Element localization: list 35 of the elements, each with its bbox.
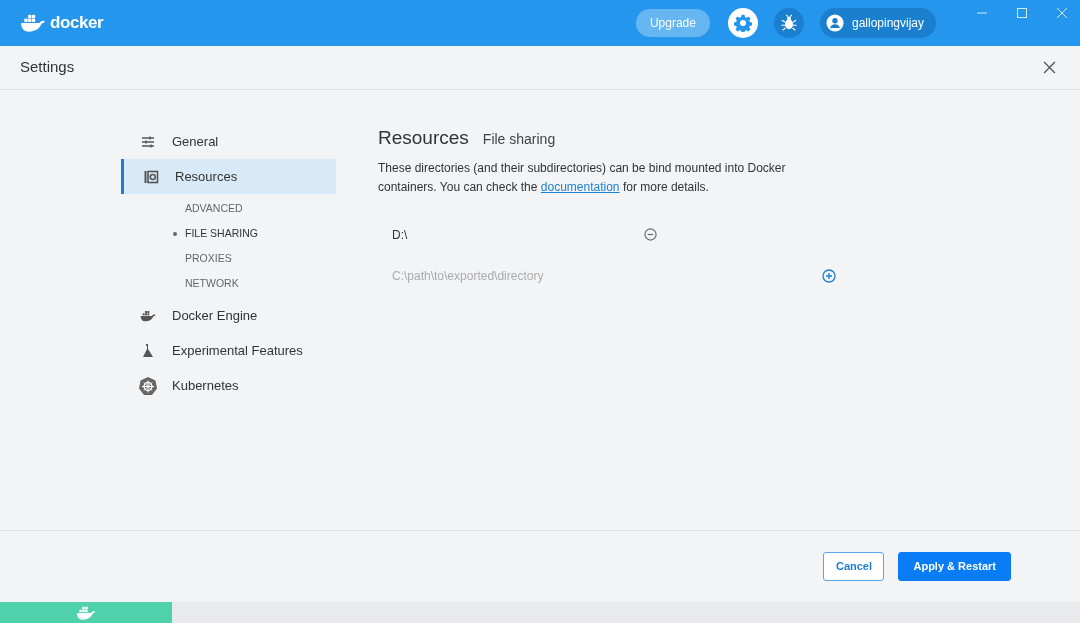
sidebar-item[interactable]: Kubernetes (121, 368, 336, 403)
sidebar-item[interactable]: Docker Engine (121, 298, 336, 333)
cancel-button[interactable]: Cancel (823, 552, 885, 581)
sidebar-item[interactable]: General (121, 124, 336, 159)
sidebar-subitem[interactable]: NETWORK (121, 271, 336, 296)
whale-icon (76, 605, 96, 620)
sidebar-subitem[interactable]: PROXIES (121, 246, 336, 271)
settings-button[interactable] (727, 8, 758, 38)
page-title: Resources (378, 126, 469, 150)
bug-button[interactable] (773, 8, 804, 38)
helm-icon (138, 375, 158, 396)
sidebar-subitem[interactable]: ADVANCED (121, 196, 336, 221)
account-button[interactable]: gallopingvijay (819, 8, 936, 38)
whale-logo-icon (20, 14, 46, 32)
user-icon (825, 14, 844, 32)
add-icon[interactable] (822, 268, 836, 283)
maximize-icon[interactable] (1016, 7, 1028, 19)
documentation-link[interactable]: documentation (540, 179, 620, 194)
sidebar-subitem[interactable]: FILE SHARING (121, 221, 336, 246)
close-icon[interactable] (1043, 61, 1056, 74)
directory-path: D:\ (392, 226, 409, 244)
bug-icon (779, 14, 798, 32)
bullet-icon (173, 231, 177, 236)
remove-icon[interactable] (644, 228, 657, 241)
apply-restart-button[interactable]: Apply & Restart (898, 552, 1011, 581)
sidebar-item[interactable]: Experimental Features (121, 333, 336, 368)
settings-title: Settings (20, 57, 75, 78)
flask-icon (140, 342, 156, 359)
sidebar-item[interactable]: Resources (121, 159, 336, 194)
description-text: These directories (and their subdirectories) can be bind mounted into Docker containers. You can check the documentation for more details. (378, 159, 787, 196)
storage-icon (143, 168, 159, 185)
page-subtitle: File sharing (482, 130, 556, 149)
logo-text: docker (50, 12, 104, 35)
gear-icon (733, 14, 752, 32)
directory-input[interactable]: C:\path\to\exported\directory (392, 266, 812, 285)
